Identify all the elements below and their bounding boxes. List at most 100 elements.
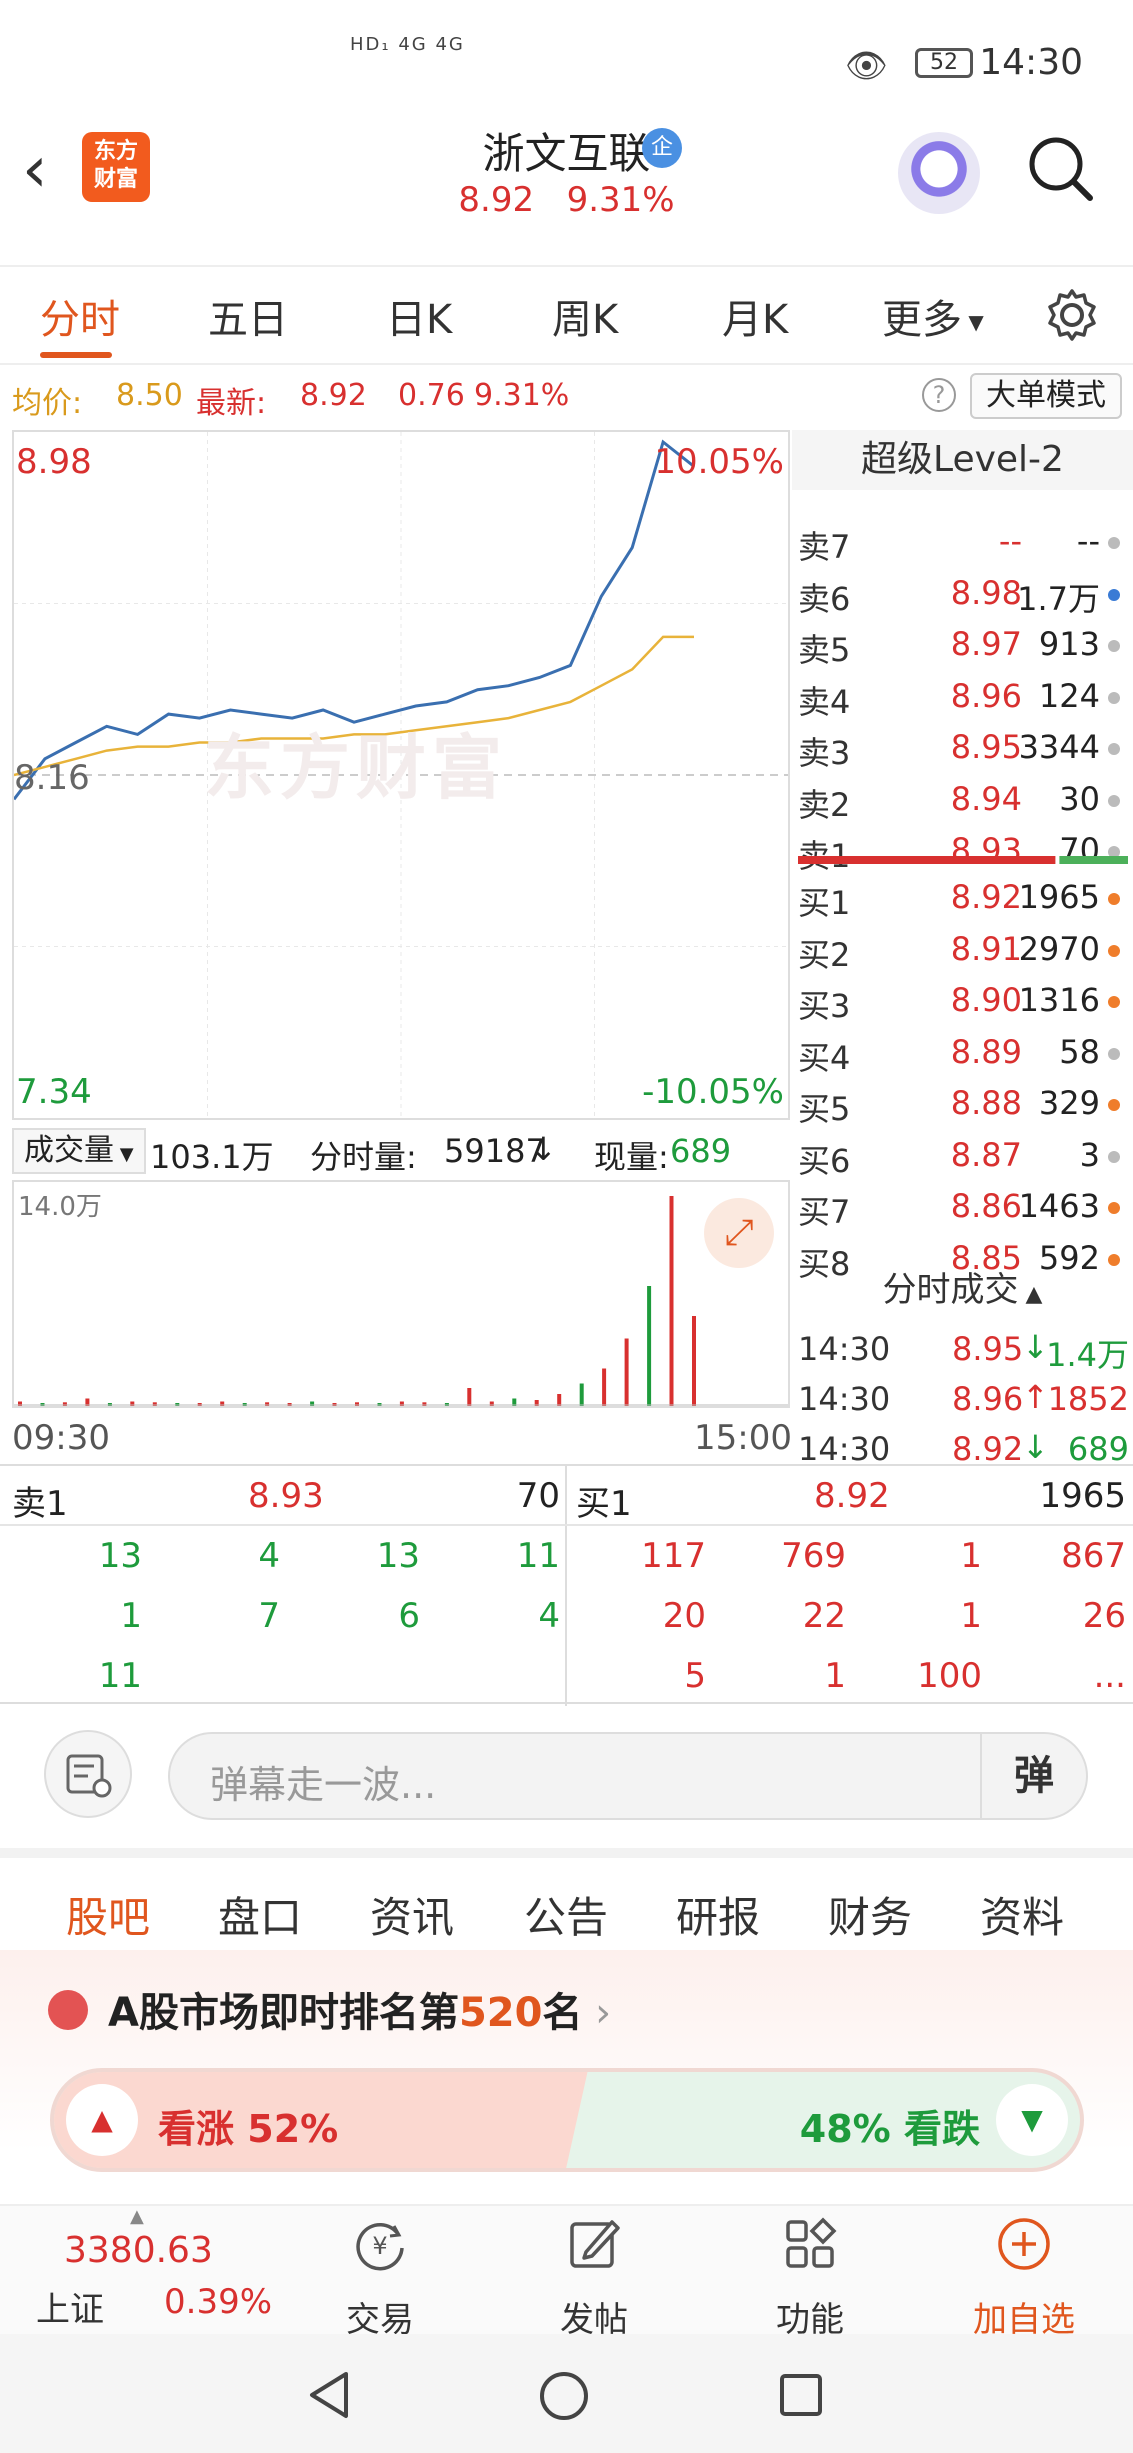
buy-level-row[interactable]: 买6 8.87 3 [792,1132,1133,1180]
expand-icon[interactable]: ⤢ [704,1198,774,1268]
tick-trades-title[interactable]: 分时成交 ▲ [792,1262,1133,1318]
system-back-icon[interactable] [306,2370,352,2420]
avg-price-label: 均价: [12,386,83,421]
order-book-title[interactable]: 超级Level-2 [792,430,1133,490]
gear-icon[interactable] [1044,287,1100,343]
danmaku-toggle-button[interactable]: 弹 [980,1734,1086,1818]
sell-level-row[interactable]: 卖3 8.95 3344 [792,724,1133,772]
tick-price: 8.96 [952,1380,1024,1418]
tab-daily-k[interactable]: 日K [386,287,452,345]
volume-bar [467,1388,472,1406]
ranking-panel: A股市场即时排名第520名 › ▲ 看涨 52% 48% 看跌 ▼ [0,1950,1133,2202]
sell-level-row[interactable]: 卖7 -- -- [792,518,1133,566]
buy-level-label: 买2 [798,935,851,974]
volume-selector[interactable]: 成交量 ▼ [12,1128,146,1174]
buy-level-dot-icon [1108,893,1120,905]
caret-up-icon: ▲ [130,2206,144,2227]
tab-weekly-k[interactable]: 周K [552,287,618,345]
quote-info-row: 均价: 8.50 最新: 8.92 0.76 9.31% ? 大单模式 [0,368,1133,428]
system-home-icon[interactable] [538,2370,590,2422]
level-detail-grid[interactable]: 卖1 8.93 70 买1 8.92 1965 13 4 13 11 1 7 6 4 11 117… [0,1464,1133,1706]
sentiment-vote: ▲ 看涨 52% 48% 看跌 ▼ [50,2068,1084,2172]
help-icon[interactable]: ? [922,378,956,412]
sell-level-row[interactable]: 卖6 8.98 1.7万 [792,570,1133,618]
level-row-line [0,1524,1133,1526]
tick-price: 8.95 [952,1330,1024,1368]
tab-active-underline [40,352,112,358]
tab-finance[interactable]: 财务 [828,1884,912,1945]
tab-monthly-k[interactable]: 月K [722,287,788,345]
buy-level-row[interactable]: 买4 8.89 58 [792,1029,1133,1077]
index-quote[interactable]: ▲ 3380.63 上证 0.39% [0,2206,290,2336]
sell-level-label: 卖5 [798,631,851,669]
volume-chart[interactable]: 14.0万 ⤢ [12,1180,790,1408]
tab-profile[interactable]: 资料 [980,1884,1064,1945]
buy-level-label: 买5 [798,1090,851,1128]
buy-level-dot-icon [1108,1099,1120,1111]
buy-level-row[interactable]: 买2 8.91 2970 [792,926,1133,974]
tick-row[interactable]: 14:30 8.95 ↓ 1.4万 [792,1326,1133,1376]
tab-news[interactable]: 资讯 [370,1884,454,1945]
buy-level-label: 买7 [798,1193,851,1231]
caret-down-icon: ▼ [962,310,984,334]
sell-level-row[interactable]: 卖4 8.96 124 [792,673,1133,721]
svg-text:¥: ¥ [372,2232,387,2260]
sell-level-row[interactable]: 卖2 8.94 30 [792,776,1133,824]
vote-up-label: 看涨 [158,2107,235,2151]
nav-functions[interactable]: 功能 [740,2214,880,2341]
nav-post[interactable]: 发帖 [524,2214,664,2341]
order-book[interactable]: 超级Level-2 卖7 -- -- 卖6 8.98 1.7万 卖5 8.97 913 卖4 8.9… [792,430,1133,1283]
sell-level-row[interactable]: 卖5 8.97 913 [792,621,1133,669]
volume-bar [557,1394,562,1406]
tab-guba[interactable]: 股吧 [66,1884,150,1945]
pct-max-label: 10.05% [654,442,784,482]
danmaku-bar: 弹幕走一波... 弹 [0,1706,1133,1836]
chevron-right-icon: › [582,1990,612,2036]
tick-row[interactable]: 14:30 8.96 ↑ 1852 [792,1376,1133,1426]
danmaku-settings-icon[interactable] [44,1730,132,1818]
tab-announcements[interactable]: 公告 [524,1884,608,1945]
tab-more[interactable]: 更多 ▼ [882,287,984,345]
buy-level-row[interactable]: 买1 8.92 1965 [792,874,1133,922]
big-order-mode-button[interactable]: 大单模式 [970,373,1122,419]
tab-pankou[interactable]: 盘口 [218,1884,302,1945]
level-sell-qty: 70 [516,1476,560,1516]
sell-level-qty: -- [1076,522,1100,560]
buy-level-label: 买4 [798,1038,851,1077]
minute-volume-label: 分时量: [310,1138,417,1176]
nav-trade[interactable]: ¥ 交易 [310,2214,450,2341]
buy-level-qty: 58 [1059,1032,1100,1071]
danmaku-input[interactable]: 弹幕走一波... 弹 [168,1732,1088,1820]
level-buy-price: 8.92 [814,1476,890,1516]
pct-min-label: -10.05% [642,1072,784,1112]
buy-level-cell: 22 [802,1596,846,1636]
index-value: 3380.63 [64,2230,213,2271]
y-max-label: 8.98 [16,442,92,482]
arrow-down-icon: ↓ [530,1130,557,1168]
buy-level-cell: 769 [781,1536,846,1576]
vote-up-text: 看涨 52% [158,2098,338,2153]
buy-level-row[interactable]: 买5 8.88 329 [792,1080,1133,1128]
sell-level-label: 卖2 [798,785,851,824]
buy-level-row[interactable]: 买7 8.86 1463 [792,1183,1133,1231]
enterprise-badge[interactable]: 企 [642,128,682,168]
tab-intraday[interactable]: 分时 [40,287,120,345]
ranking-icon [48,1990,88,2030]
buy-level-row[interactable]: 买3 8.90 1316 [792,977,1133,1025]
sell-level-row[interactable]: 卖18.9370 [792,827,1133,875]
intraday-chart[interactable]: 8.98 8.16 7.34 10.05% -10.05% 东方财富 [12,430,790,1120]
system-recents-icon[interactable] [778,2372,824,2418]
tab-five-day[interactable]: 五日 [208,287,288,345]
buy-level-qty: 329 [1038,1084,1100,1122]
ranking-link[interactable]: A股市场即时排名第520名 › [108,1980,611,2038]
vote-down-button[interactable]: ▼ [996,2084,1068,2156]
nav-add-watchlist[interactable]: 加自选 [954,2214,1094,2341]
time-start: 09:30 [12,1418,110,1458]
search-icon[interactable] [1026,134,1096,204]
tab-research[interactable]: 研报 [676,1884,760,1945]
sell-level-qty: 1.7万 [1017,579,1100,618]
buy-level-cell: 5 [684,1656,706,1696]
tick-trades[interactable]: 分时成交 ▲ 14:30 8.95 ↓ 1.4万 14:30 8.96 ↑ 1852 14:30… [792,1262,1133,1468]
vote-up-button[interactable]: ▲ [66,2084,138,2156]
robot-assistant-icon[interactable] [898,132,980,214]
